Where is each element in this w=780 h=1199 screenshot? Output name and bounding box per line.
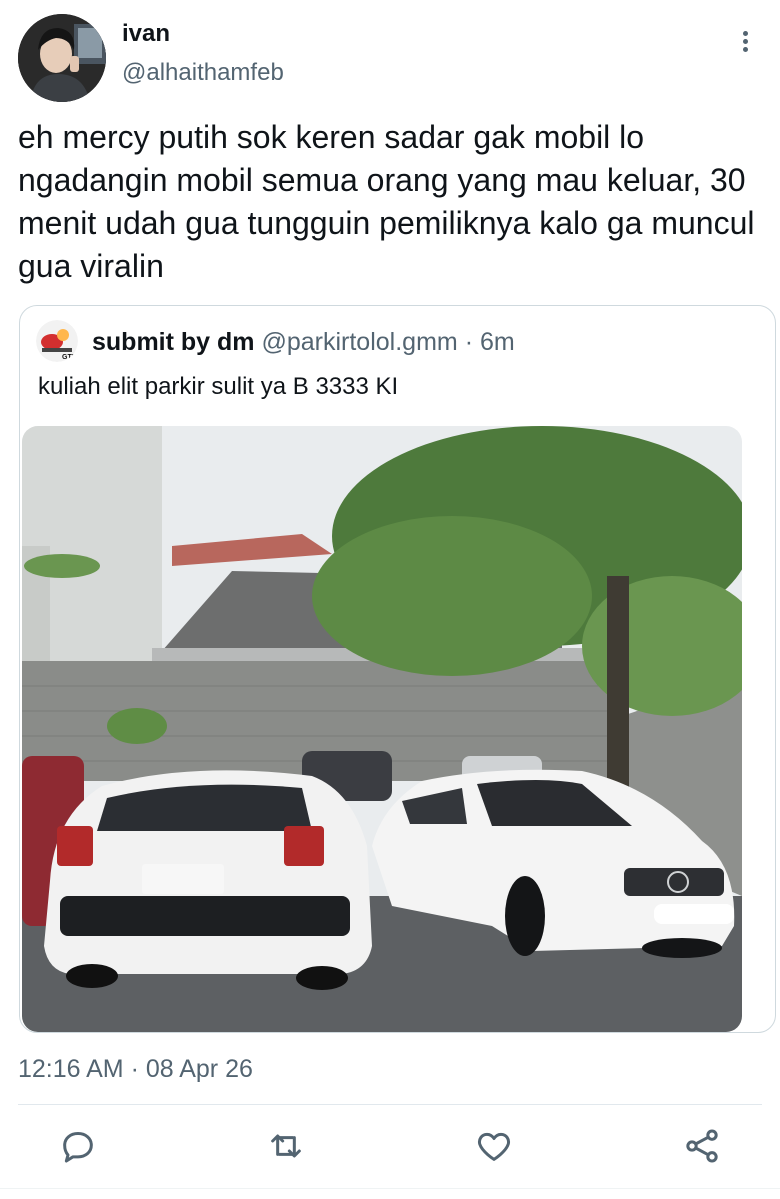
author-names: ivan @alhaithamfeb [122, 18, 284, 90]
like-icon[interactable] [474, 1126, 514, 1166]
quoted-time: 6m [479, 328, 515, 356]
author-handle[interactable]: @alhaithamfeb [122, 56, 284, 90]
quoted-meta: submit by dm @parkirtolol.gmm · 6m [92, 326, 515, 358]
bottom-divider [0, 1188, 780, 1189]
action-bar [0, 1118, 780, 1174]
quoted-photo[interactable] [22, 426, 742, 1032]
quoted-text: kuliah elit parkir sulit ya B 3333 KI [38, 373, 399, 400]
quoted-tweet[interactable]: GTM submit by dm @parkirtolol.gmm · 6m k… [19, 305, 776, 1033]
author-display-name[interactable]: ivan [122, 18, 284, 50]
quoted-handle: @parkirtolol.gmm [261, 328, 458, 356]
share-icon[interactable] [682, 1126, 722, 1166]
quoted-avatar: GTM [36, 320, 78, 362]
reply-icon[interactable] [58, 1126, 98, 1166]
divider [18, 1104, 762, 1105]
tweet-text: eh mercy putih sok keren sadar gak mobil… [18, 119, 755, 284]
retweet-icon[interactable] [266, 1126, 306, 1166]
author-avatar[interactable] [18, 14, 106, 102]
quoted-display-name: submit by dm [92, 328, 255, 356]
quoted-avatar-badge: GTM [62, 354, 78, 361]
tweet-header: ivan @alhaithamfeb [18, 14, 762, 106]
more-options-icon[interactable] [738, 28, 752, 62]
tweet-timestamp[interactable]: 12:16 AM · 08 Apr 26 [18, 1052, 253, 1086]
quoted-separator: · [464, 328, 474, 356]
